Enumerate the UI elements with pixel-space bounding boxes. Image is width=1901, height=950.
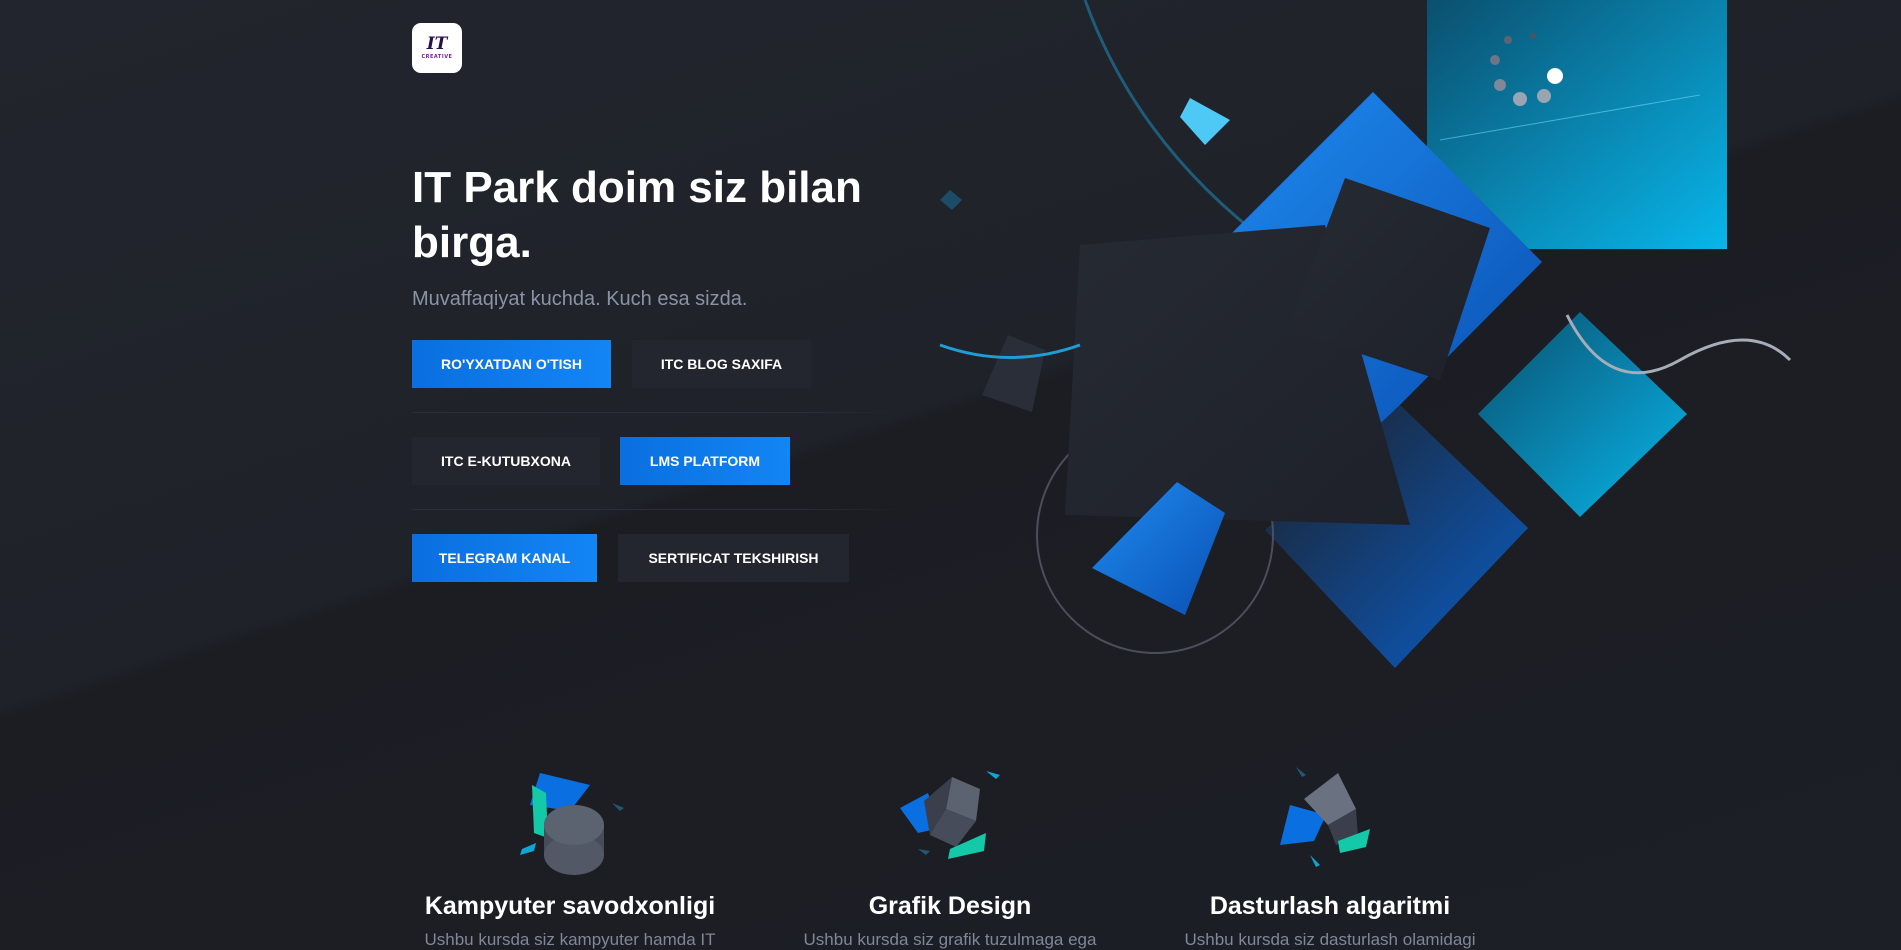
- certificate-check-button[interactable]: SERTIFICAT TEKSHIRISH: [618, 534, 849, 582]
- small-dark-square: [982, 335, 1045, 412]
- site-logo[interactable]: IT CREATIVE: [412, 23, 462, 73]
- logo-mark: IT: [426, 34, 448, 54]
- blog-button[interactable]: ITC BLOG SAXIFA: [632, 340, 811, 388]
- course-title: Grafik Design: [868, 892, 1032, 920]
- telegram-channel-button[interactable]: TELEGRAM KANAL: [412, 534, 597, 582]
- cube-icon: [900, 771, 1000, 859]
- tiny-diamond: [940, 190, 962, 210]
- course-description: Ushbu kursda siz dasturlash olamidagi: [1184, 930, 1476, 949]
- lms-platform-button[interactable]: LMS PLATFORM: [620, 437, 790, 485]
- small-cyan-diamond: [1180, 98, 1230, 145]
- course-description: Ushbu kursda siz kampyuter hamda IT: [424, 930, 716, 949]
- course-description: Ushbu kursda siz grafik tuzulmaga ega: [803, 930, 1097, 949]
- hero-subtitle: Muvaffaqiyat kuchda. Kuch esa sizda.: [412, 288, 748, 310]
- logo-word: CREATIVE: [421, 54, 453, 60]
- button-row-divider: [412, 509, 898, 510]
- button-row-divider: [412, 412, 898, 413]
- register-button[interactable]: RO'YXATDAN O'TISH: [412, 340, 611, 388]
- course-title: Dasturlash algaritmi: [1209, 892, 1451, 920]
- prism-icon: [1280, 767, 1370, 867]
- course-title: Kampyuter savodxonligi: [424, 892, 716, 920]
- hero-title: IT Park doim siz bilan birga.: [412, 163, 862, 267]
- hero-geometric-illustration: [939, 0, 1792, 668]
- library-button[interactable]: ITC E-KUTUBXONA: [412, 437, 600, 485]
- cylinder-icon: [520, 773, 624, 875]
